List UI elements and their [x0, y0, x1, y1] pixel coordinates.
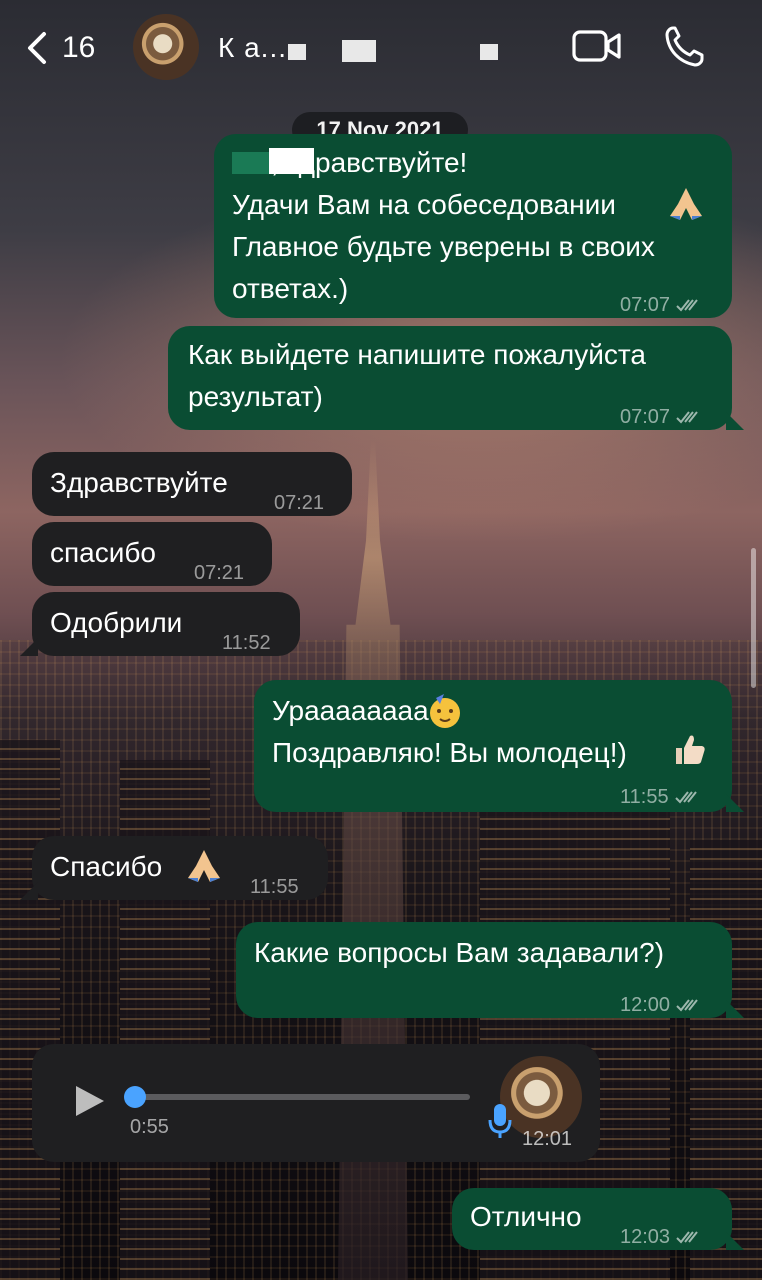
message-time: 12:03: [620, 1216, 704, 1258]
message-text: спасибо: [50, 537, 156, 568]
chat-header: 16 К а...: [0, 0, 762, 96]
message-time: 11:55: [620, 776, 703, 818]
read-ticks-icon: [676, 999, 698, 1012]
read-ticks-icon: [676, 1231, 698, 1244]
microphone-icon: [488, 1104, 512, 1138]
party-face-emoji-icon: [430, 694, 460, 728]
message-time: 11:55: [250, 876, 299, 898]
back-chevron-icon[interactable]: [22, 28, 62, 68]
message-time: 12:01: [522, 1128, 573, 1150]
play-icon[interactable]: [72, 1084, 106, 1118]
message-time: 07:07: [620, 284, 704, 326]
read-ticks-icon: [676, 299, 698, 312]
redaction-mark: [288, 44, 306, 60]
message-text: Спасибо: [50, 851, 163, 882]
read-ticks-icon: [674, 791, 697, 804]
redaction-mark: [480, 44, 498, 60]
thumbs-up-emoji-icon: [676, 735, 705, 764]
voice-progress-knob[interactable]: [124, 1086, 146, 1108]
voice-duration: 0:55: [130, 1116, 169, 1138]
message-text: Здравствуйте: [50, 467, 228, 498]
message-time: 07:21: [194, 562, 245, 584]
message-bubble-incoming[interactable]: Одобрили 11:52: [20, 592, 300, 656]
voice-progress-track[interactable]: [134, 1094, 470, 1100]
sender-avatar: [500, 1056, 582, 1138]
read-ticks-icon: [676, 411, 698, 424]
redaction-mark: [269, 148, 314, 174]
message-bubble-outgoing[interactable]: Как выйдете напишите пожалуйста результа…: [168, 326, 744, 430]
phone-icon[interactable]: [664, 24, 704, 68]
message-bubble-outgoing[interactable]: , здравствуйте! Удачи Вам на собеседован…: [214, 134, 732, 318]
message-bubble-incoming[interactable]: Спасибо 11:55: [20, 836, 328, 900]
video-camera-icon[interactable]: [572, 28, 622, 64]
message-text: Какие вопросы Вам задавали?): [254, 937, 665, 968]
message-time: 07:07: [620, 396, 704, 438]
message-text: Одобрили: [50, 607, 183, 638]
message-bubble-incoming[interactable]: Здравствуйте 07:21: [32, 452, 352, 516]
message-bubble-outgoing[interactable]: Какие вопросы Вам задавали?) 12:00: [236, 922, 744, 1018]
message-text: Отлично: [470, 1201, 582, 1232]
voice-message-bubble[interactable]: 0:55 12:01: [32, 1044, 600, 1162]
contact-avatar[interactable]: [133, 14, 199, 80]
message-text: Как выйдете напишите пожалуйста результа…: [188, 339, 646, 412]
message-bubble-outgoing[interactable]: Ураааааааа Поздравляю! Вы молодец!) 11:5…: [254, 680, 744, 812]
contact-name[interactable]: К а...: [218, 32, 287, 64]
message-time: 12:00: [620, 984, 704, 1026]
folded-hands-emoji-icon: [670, 188, 702, 220]
message-bubble-outgoing[interactable]: Отлично 12:03: [452, 1188, 744, 1250]
unread-count[interactable]: 16: [62, 31, 95, 65]
wallpaper-building: [0, 740, 60, 1280]
scrollbar[interactable]: [751, 548, 756, 688]
folded-hands-emoji-icon: [188, 850, 220, 882]
bubble-tail: [726, 412, 744, 430]
message-bubble-incoming[interactable]: спасибо 07:21: [32, 522, 272, 586]
message-time: 07:21: [274, 492, 325, 514]
message-time: 11:52: [222, 632, 271, 654]
redaction-mark: [342, 40, 376, 62]
